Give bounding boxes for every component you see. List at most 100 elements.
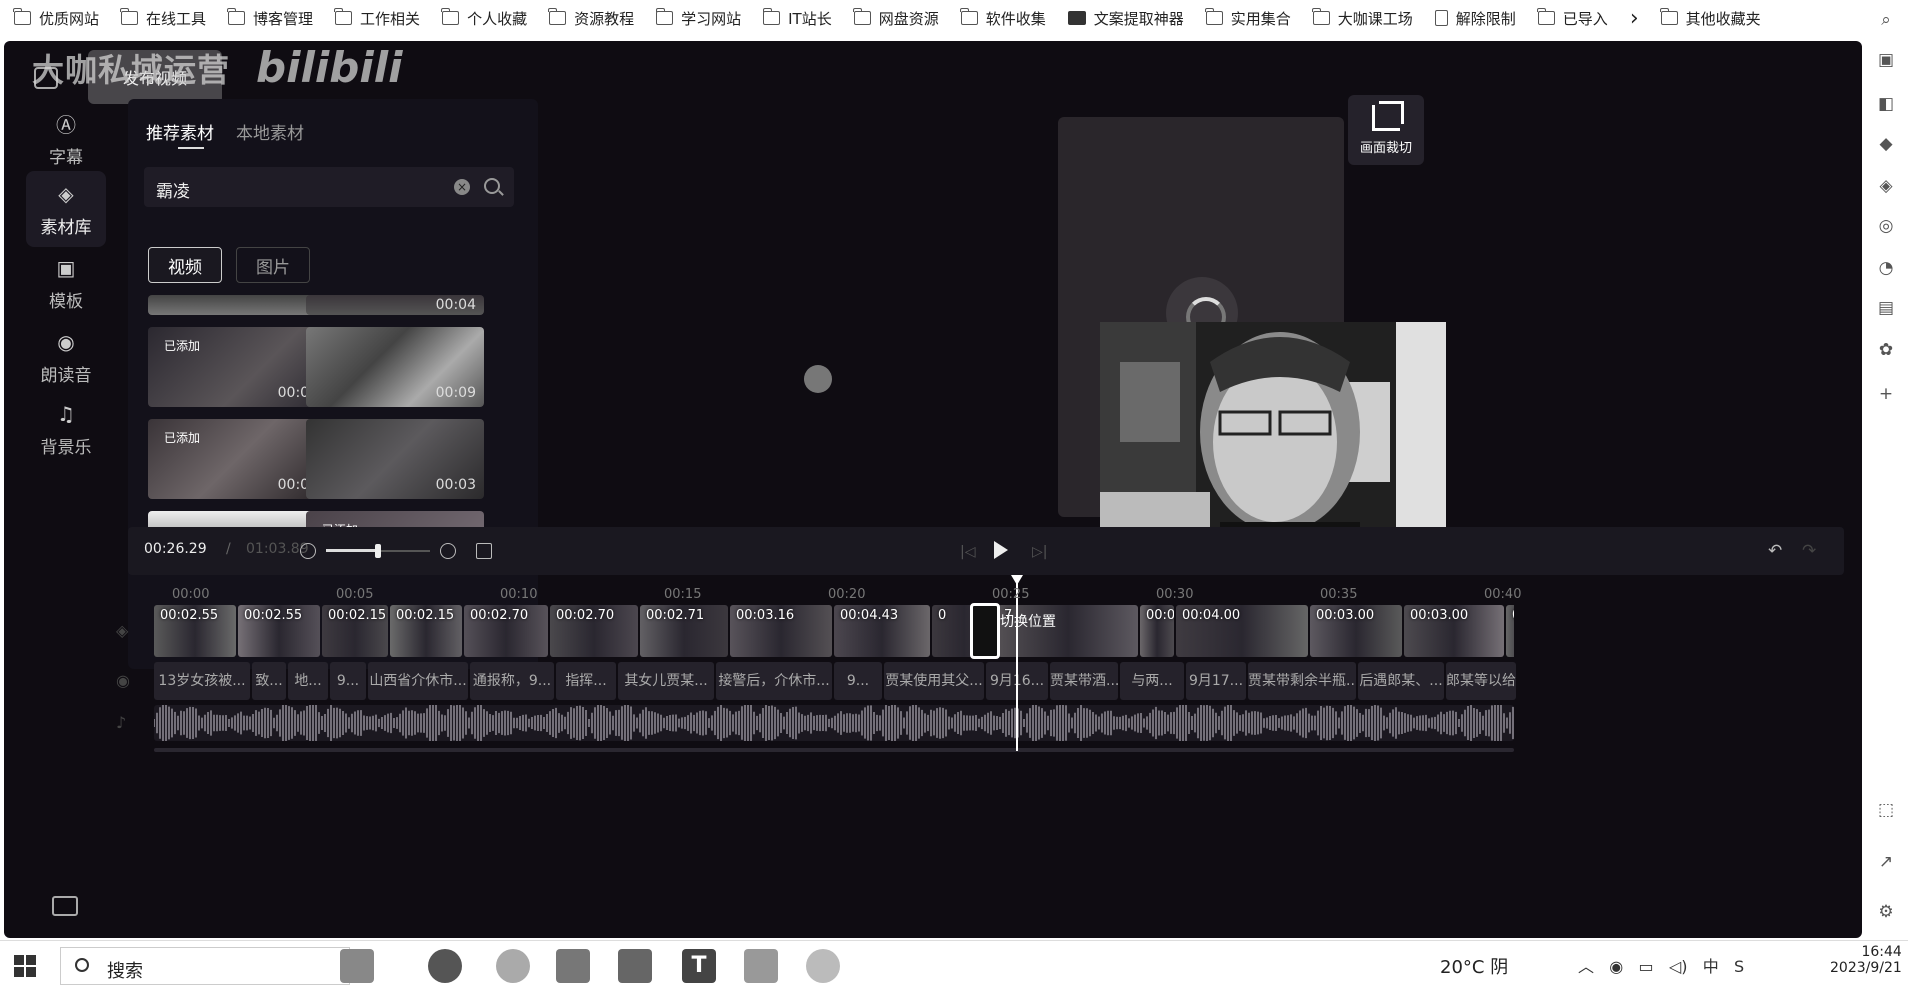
tab-local[interactable]: 本地素材 [236, 119, 304, 144]
bookmark-item[interactable]: 文案提取神器 [1067, 0, 1184, 36]
subtitle-clip[interactable]: 通报称，9... [470, 662, 554, 700]
video-clip[interactable]: 00:03.00 [1310, 605, 1402, 657]
video-clip[interactable]: 00:03.00 [1404, 605, 1504, 657]
video-clip[interactable]: 00:03.16 [730, 605, 832, 657]
sidebar-item-template[interactable]: ▣ 模板 [26, 245, 106, 321]
flower-icon[interactable]: ✿ [1876, 340, 1896, 360]
media-thumb[interactable] [148, 295, 326, 315]
subtitle-clip[interactable]: 贾某使用其父... [884, 662, 984, 700]
sidebar-item-music[interactable]: ♫ 背景乐 [26, 391, 106, 467]
previous-frame-icon[interactable]: |◁ [960, 544, 975, 560]
app-tray-icon[interactable]: S [1734, 957, 1744, 976]
search-icon[interactable] [484, 178, 500, 194]
subtitle-clip[interactable]: 接警后，介休市... [716, 662, 832, 700]
media-thumb[interactable]: 00:04 [306, 295, 484, 315]
bookmark-item[interactable]: 已导入 [1537, 0, 1608, 36]
bookmark-item[interactable]: 网盘资源 [853, 0, 939, 36]
game-icon[interactable]: ▤ [1876, 298, 1896, 318]
bookmark-item[interactable]: 优质网站 [13, 0, 99, 36]
search-input[interactable]: 霸凌 × [144, 167, 514, 207]
subtitle-track[interactable]: 13岁女孩被... 致... 地... 9... 山西省介休市... 通报称，9... 指挥… [154, 662, 1516, 700]
bookmark-item[interactable]: 在线工具 [120, 0, 206, 36]
toolbox-icon[interactable]: ▣ [1876, 50, 1896, 70]
bookmark-item[interactable]: 个人收藏 [441, 0, 527, 36]
bookmark-item[interactable]: 软件收集 [960, 0, 1046, 36]
windows-start-icon[interactable] [14, 955, 36, 977]
switch-position-handle[interactable] [970, 603, 1000, 659]
video-clip[interactable]: 00:01 [1140, 605, 1174, 657]
video-clip[interactable]: 00:04.43 [834, 605, 930, 657]
taskbar-search[interactable]: 搜索 [60, 947, 350, 985]
bookmarks-overflow-icon[interactable]: › [1630, 0, 1639, 36]
video-clip[interactable]: 00:02.70 [464, 605, 548, 657]
media-thumb[interactable]: 已添加 00:04 [148, 419, 326, 499]
volume-icon[interactable]: ◁) [1669, 957, 1688, 976]
bookmark-item[interactable]: 资源教程 [548, 0, 634, 36]
subtitle-clip[interactable]: 其女儿贾某... [618, 662, 714, 700]
bookmark-item[interactable]: 解除限制 [1434, 0, 1516, 36]
tab-image[interactable]: 图片 [236, 247, 310, 283]
settings-icon[interactable]: ⚙ [1876, 902, 1896, 922]
subtitle-clip[interactable]: 后遇郎某、... [1358, 662, 1444, 700]
taskbar-app-notes[interactable] [556, 949, 590, 983]
taskbar-app-editor[interactable] [618, 949, 652, 983]
caption-toggle-icon[interactable] [52, 896, 78, 916]
video-clip[interactable]: 00:04.00 [1176, 605, 1308, 657]
undo-icon[interactable]: ↶ [1768, 541, 1782, 561]
video-clip[interactable]: 00:02.55 [154, 605, 236, 657]
bookmark-item[interactable]: IT站长 [762, 0, 832, 36]
magnifier-icon[interactable]: ◎ [1876, 216, 1896, 236]
clock[interactable]: 16:44 2023/9/21 [1830, 944, 1902, 976]
bookmark-item[interactable]: 实用集合 [1205, 0, 1291, 36]
sidebar-item-library[interactable]: ◈ 素材库 [26, 171, 106, 247]
subtitle-clip[interactable]: 9... [330, 662, 366, 700]
taskbar-app-browser[interactable] [428, 949, 462, 983]
subtitle-clip[interactable]: 9... [834, 662, 882, 700]
subtitle-clip[interactable]: 致... [252, 662, 286, 700]
search-icon[interactable]: ⌕ [1876, 10, 1896, 30]
bookmark-item[interactable]: 学习网站 [655, 0, 741, 36]
taskbar-app-typora[interactable]: T [682, 949, 716, 983]
subtitle-clip[interactable]: 贾某带剩余半瓶... [1248, 662, 1356, 700]
office-icon[interactable]: ◧ [1876, 94, 1896, 114]
subtitle-clip[interactable]: 与两... [1120, 662, 1184, 700]
taskbar-app-chrome[interactable] [496, 949, 530, 983]
zoom-slider-handle[interactable] [375, 544, 381, 558]
zoom-out-icon[interactable] [300, 543, 316, 559]
bookmark-item[interactable]: 工作相关 [334, 0, 420, 36]
taskbar-app-flower[interactable] [806, 949, 840, 983]
redo-icon[interactable]: ↷ [1802, 541, 1816, 561]
audio-track[interactable] [154, 705, 1514, 741]
subtitle-clip[interactable]: 指挥... [556, 662, 616, 700]
record-icon[interactable]: ◉ [1609, 957, 1623, 976]
video-clip[interactable]: 0 [1506, 605, 1514, 657]
tab-recommended[interactable]: 推荐素材 [146, 119, 214, 144]
taskbar-app-explorer[interactable] [744, 949, 778, 983]
crop-button[interactable]: 画面裁切 [1348, 95, 1424, 165]
system-tray[interactable]: ︿ ◉ ▭ ◁) 中 S [1578, 953, 1744, 977]
ime-indicator[interactable]: 中 [1703, 957, 1719, 976]
extension-icon[interactable]: ◆ [1876, 134, 1896, 154]
subtitle-clip[interactable]: 9月17... [1186, 662, 1246, 700]
video-clip[interactable]: 00:02.15 [390, 605, 462, 657]
subtitle-clip[interactable]: 山西省介休市... [368, 662, 468, 700]
video-clip[interactable]: 00:02.15 [322, 605, 388, 657]
media-thumb[interactable]: 00:09 [306, 327, 484, 407]
timeline-scrollbar[interactable] [154, 748, 1514, 752]
monitor-icon[interactable]: ▭ [1639, 957, 1654, 976]
media-thumb[interactable]: 已添加 00:04 [148, 327, 326, 407]
tab-video[interactable]: 视频 [148, 247, 222, 283]
taskbar-app-thumbnail[interactable] [340, 949, 374, 983]
subtitle-clip[interactable]: 地... [288, 662, 328, 700]
add-icon[interactable]: + [1876, 384, 1896, 404]
video-clip[interactable]: 00:02.55 [238, 605, 320, 657]
external-link-icon[interactable]: ↗ [1876, 852, 1896, 872]
clear-icon[interactable]: × [454, 179, 470, 195]
subtitle-clip[interactable]: 贾某带酒... [1050, 662, 1118, 700]
sidebar-item-voice[interactable]: ◉ 朗读音 [26, 319, 106, 395]
chevron-up-icon[interactable]: ︿ [1578, 957, 1594, 976]
fit-timeline-icon[interactable] [476, 543, 492, 559]
play-icon[interactable] [994, 541, 1008, 559]
weather-widget[interactable]: 20°C 阴 [1440, 953, 1508, 979]
search-value[interactable]: 霸凌 [156, 177, 190, 202]
